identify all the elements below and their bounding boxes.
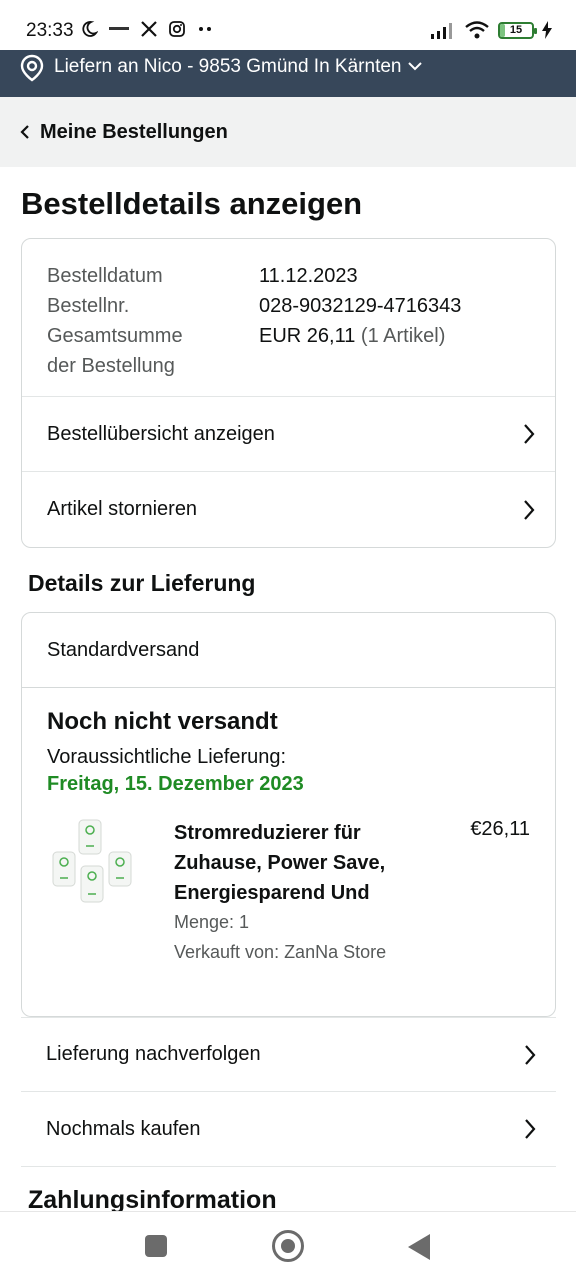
delivery-card: Standardversand Noch nicht versandt Vora… [21, 612, 556, 1017]
shipping-method: Standardversand [22, 613, 555, 688]
product-seller: Verkauft von: ZanNa Store [174, 942, 387, 962]
location-pin-icon [20, 54, 44, 82]
cancel-items-link[interactable]: Artikel stornieren [22, 472, 555, 547]
status-time: 23:33 [26, 20, 74, 41]
delivery-location-bar[interactable]: Liefern an Nico - 9853 Gmünd In Kärnten [0, 50, 576, 97]
order-total-label: Gesamtsumme der Bestellung [47, 321, 259, 381]
back-navigation[interactable]: Meine Bestellungen [0, 97, 576, 167]
chevron-right-icon [525, 1119, 536, 1139]
system-navigation-bar [0, 1211, 576, 1280]
order-total-value-wrap: EUR 26,11 (1 Artikel) [259, 321, 445, 381]
order-overview-label: Bestellübersicht anzeigen [47, 422, 275, 445]
chevron-right-icon [524, 499, 535, 520]
chevron-right-icon [524, 424, 535, 444]
battery-icon: 15 [498, 21, 537, 39]
order-overview-link[interactable]: Bestellübersicht anzeigen [22, 397, 555, 472]
product-price: €26,11 [470, 818, 530, 840]
track-delivery-label: Lieferung nachverfolgen [46, 1043, 261, 1065]
battery-fill [500, 23, 505, 37]
delivery-actions: Lieferung nachverfolgen Nochmals kaufen [21, 1017, 556, 1167]
eta-date: Freitag, 15. Dezember 2023 [47, 773, 304, 795]
chevron-left-icon [20, 125, 29, 139]
charging-icon [542, 21, 552, 39]
order-number-row: Bestellnr. 028-9032129-4716343 [47, 291, 530, 321]
delivery-location-text: Liefern an Nico - 9853 Gmünd In Kärnten [54, 56, 402, 77]
order-number-value: 028-9032129-4716343 [259, 295, 462, 317]
delivery-section-title: Details zur Lieferung [28, 570, 256, 596]
order-date-label: Bestelldatum [47, 265, 163, 287]
order-total-label-line2: der Bestellung [47, 355, 175, 377]
eta-label: Voraussichtliche Lieferung: [47, 746, 287, 768]
shipment-status: Noch nicht versandt [47, 708, 278, 735]
app-icon [109, 27, 129, 30]
product-title[interactable]: Stromreduzierer für Zuhause, Power Save,… [174, 818, 424, 908]
moon-icon [82, 21, 98, 37]
signal-icon [431, 23, 452, 39]
product-image[interactable] [51, 818, 143, 914]
shipment-details: Noch nicht versandt Voraussichtliche Lie… [22, 688, 555, 988]
order-item[interactable]: Stromreduzierer für Zuhause, Power Save,… [47, 818, 530, 968]
order-total-label-line1: Gesamtsumme [47, 325, 183, 347]
back-button[interactable] [408, 1234, 430, 1260]
chevron-down-icon [408, 62, 423, 71]
buy-again-link[interactable]: Nochmals kaufen [21, 1092, 556, 1167]
order-summary-card: Bestelldatum 11.12.2023 Bestellnr. 028-9… [21, 238, 556, 548]
system-icons: 15 [430, 20, 552, 40]
notification-icons [80, 20, 214, 38]
order-date-row: Bestelldatum 11.12.2023 [47, 261, 530, 291]
order-date-value: 11.12.2023 [259, 265, 358, 287]
battery-percent: 15 [509, 24, 523, 36]
home-button[interactable] [272, 1230, 304, 1262]
cancel-items-label: Artikel stornieren [47, 498, 198, 520]
x-icon [141, 21, 157, 37]
product-quantity: Menge: 1 [174, 912, 250, 932]
back-link-label[interactable]: Meine Bestellungen [40, 121, 228, 144]
instagram-icon [169, 21, 185, 37]
status-bar: 23:33 15 [0, 0, 576, 50]
buy-again-label: Nochmals kaufen [46, 1117, 201, 1140]
order-total-items: (1 Artikel) [360, 325, 446, 347]
track-delivery-link[interactable]: Lieferung nachverfolgen [21, 1017, 556, 1092]
order-info: Bestelldatum 11.12.2023 Bestellnr. 028-9… [22, 239, 555, 397]
order-total-row: Gesamtsumme der Bestellung EUR 26,11 (1 … [47, 321, 530, 381]
wifi-icon [465, 21, 489, 39]
more-dots-icon [199, 27, 211, 31]
page-title: Bestelldetails anzeigen [21, 186, 363, 221]
recents-button[interactable] [145, 1235, 167, 1257]
order-total-value: EUR 26,11 [259, 325, 356, 347]
order-number-label: Bestellnr. [47, 295, 130, 317]
chevron-right-icon [525, 1044, 536, 1065]
